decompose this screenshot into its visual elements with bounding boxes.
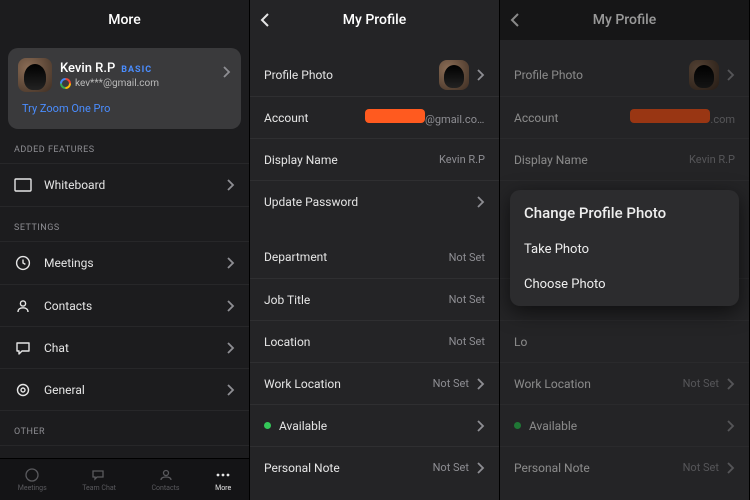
account-value: @gmail.com bbox=[365, 109, 485, 126]
row-chat[interactable]: Chat bbox=[0, 326, 249, 368]
section-other: OTHER bbox=[0, 411, 249, 445]
row-display-name[interactable]: Display Name Kevin R.P bbox=[250, 138, 499, 180]
choose-photo-button[interactable]: Choose Photo bbox=[510, 267, 739, 302]
row-general[interactable]: General bbox=[0, 368, 249, 410]
tab-bar: Meetings Team Chat Contacts More bbox=[0, 458, 249, 500]
status-dot-icon bbox=[514, 422, 521, 429]
gear-icon bbox=[14, 381, 32, 399]
change-photo-sheet: Change Profile Photo Take Photo Choose P… bbox=[510, 190, 739, 306]
header: More bbox=[0, 0, 249, 40]
page-title: My Profile bbox=[593, 12, 656, 28]
row-profile-photo: Profile Photo bbox=[500, 54, 749, 96]
row-display-name: Display NameKevin R.P bbox=[500, 138, 749, 180]
chat-icon bbox=[14, 339, 32, 357]
row-profile-photo[interactable]: Profile Photo bbox=[250, 54, 499, 96]
row-job-title[interactable]: Job TitleNot Set bbox=[250, 278, 499, 320]
chevron-right-icon bbox=[227, 384, 235, 396]
row-location[interactable]: LocationNot Set bbox=[250, 320, 499, 362]
profile-panel: My Profile Profile Photo Account @gmail.… bbox=[250, 0, 500, 500]
more-icon bbox=[215, 467, 231, 483]
section-settings: SETTINGS bbox=[0, 207, 249, 241]
back-button[interactable] bbox=[510, 12, 520, 28]
avatar bbox=[439, 60, 469, 90]
row-whiteboard[interactable]: Whiteboard bbox=[0, 164, 249, 206]
page-title: More bbox=[108, 12, 141, 28]
sheet-title: Change Profile Photo bbox=[510, 194, 739, 232]
plan-badge: BASIC bbox=[121, 65, 152, 75]
chevron-right-icon bbox=[477, 420, 485, 432]
tab-team-chat[interactable]: Team Chat bbox=[82, 467, 116, 492]
page-title: My Profile bbox=[343, 12, 406, 28]
row-department[interactable]: DepartmentNot Set bbox=[250, 236, 499, 278]
row-status: Available bbox=[500, 404, 749, 446]
row-work-location[interactable]: Work LocationNot Set bbox=[250, 362, 499, 404]
row-status[interactable]: Available bbox=[250, 404, 499, 446]
chevron-right-icon bbox=[477, 378, 485, 390]
try-zoom-link[interactable]: Try Zoom One Pro bbox=[18, 92, 231, 119]
user-email: kev***@gmail.com bbox=[75, 78, 159, 89]
row-work-location: Work LocationNot Set bbox=[500, 362, 749, 404]
take-photo-button[interactable]: Take Photo bbox=[510, 232, 739, 267]
person-icon bbox=[158, 467, 174, 483]
chevron-right-icon bbox=[227, 257, 235, 269]
section-added: ADDED FEATURES bbox=[0, 129, 249, 163]
back-button[interactable] bbox=[260, 12, 270, 28]
clock-icon bbox=[24, 467, 40, 483]
chat-icon bbox=[91, 467, 107, 483]
tab-meetings[interactable]: Meetings bbox=[18, 467, 47, 492]
chevron-right-icon bbox=[477, 462, 485, 474]
more-panel: More Kevin R.P BASIC kev***@gmail.com Tr… bbox=[0, 0, 250, 500]
row-meetings[interactable]: Meetings bbox=[0, 242, 249, 284]
chevron-right-icon bbox=[477, 196, 485, 208]
header: My Profile bbox=[250, 0, 499, 40]
person-icon bbox=[14, 297, 32, 315]
chevron-right-icon bbox=[227, 179, 235, 191]
chevron-right-icon bbox=[477, 69, 485, 81]
tab-more[interactable]: More bbox=[215, 467, 231, 492]
row-account[interactable]: Account @gmail.com bbox=[250, 96, 499, 138]
chevron-right-icon bbox=[223, 66, 231, 78]
chevron-right-icon bbox=[227, 300, 235, 312]
row-account: Account.com bbox=[500, 96, 749, 138]
header: My Profile bbox=[500, 0, 749, 40]
row-contacts[interactable]: Contacts bbox=[0, 284, 249, 326]
status-dot-icon bbox=[264, 422, 271, 429]
avatar bbox=[689, 60, 719, 90]
google-icon bbox=[60, 78, 71, 89]
user-name: Kevin R.P bbox=[60, 61, 115, 76]
profile-panel-sheet: My Profile Profile Photo Account.com Dis… bbox=[500, 0, 750, 500]
row-personal-note: Personal NoteNot Set bbox=[500, 446, 749, 488]
tab-contacts[interactable]: Contacts bbox=[151, 467, 179, 492]
clock-icon bbox=[14, 254, 32, 272]
whiteboard-icon bbox=[14, 176, 32, 194]
row-personal-note[interactable]: Personal NoteNot Set bbox=[250, 446, 499, 488]
row-update-password[interactable]: Update Password bbox=[250, 180, 499, 222]
avatar bbox=[18, 58, 52, 92]
user-card[interactable]: Kevin R.P BASIC kev***@gmail.com Try Zoo… bbox=[8, 48, 241, 129]
chevron-right-icon bbox=[227, 342, 235, 354]
